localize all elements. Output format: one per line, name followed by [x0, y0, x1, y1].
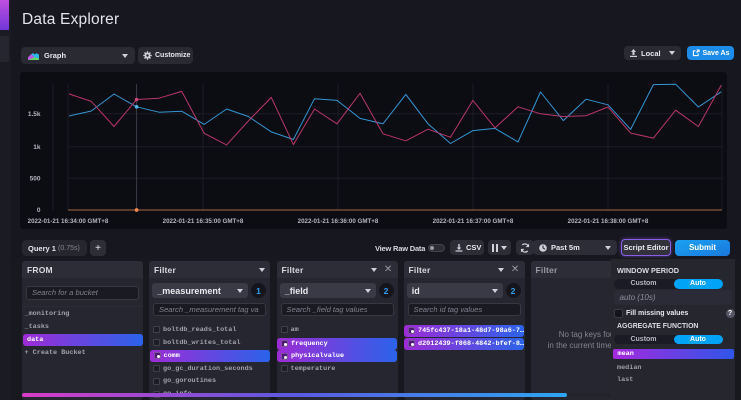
svg-text:1k: 1k [33, 144, 41, 151]
svg-text:500: 500 [30, 176, 41, 183]
svg-text:2022-01-21 16:34:00 GMT+8: 2022-01-21 16:34:00 GMT+8 [28, 218, 109, 225]
svg-text:2022-01-21 16:36:00 GMT+8: 2022-01-21 16:36:00 GMT+8 [298, 218, 379, 225]
svg-text:1.5k: 1.5k [28, 111, 41, 118]
svg-text:2022-01-21 16:35:00 GMT+8: 2022-01-21 16:35:00 GMT+8 [163, 218, 244, 225]
svg-text:0: 0 [37, 207, 41, 214]
svg-text:2022-01-21 16:37:00 GMT+8: 2022-01-21 16:37:00 GMT+8 [433, 218, 514, 225]
svg-text:2022-01-21 16:38:00 GMT+8: 2022-01-21 16:38:00 GMT+8 [568, 218, 649, 225]
